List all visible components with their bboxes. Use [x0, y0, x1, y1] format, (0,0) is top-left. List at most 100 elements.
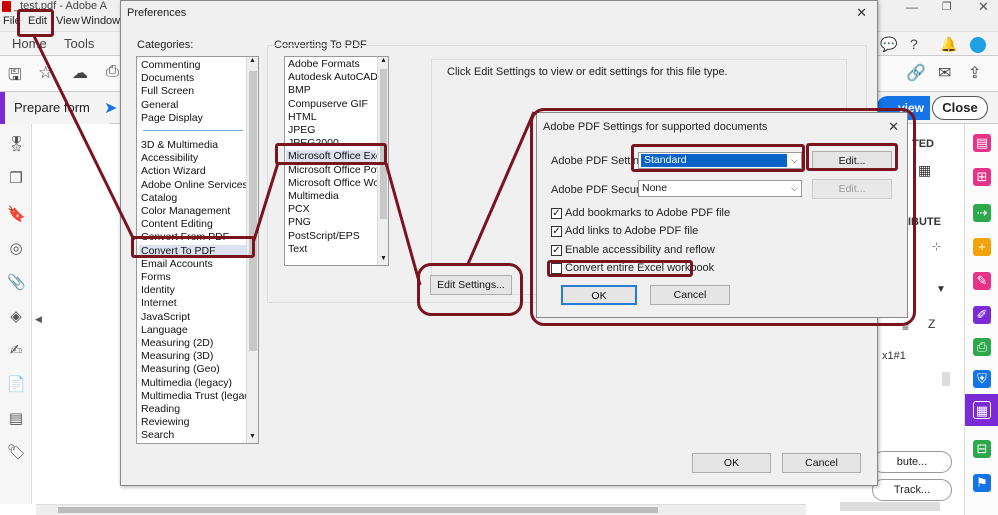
menu-window[interactable]: Window: [81, 15, 120, 27]
cancel-button[interactable]: Cancel: [650, 285, 730, 305]
track-button[interactable]: Track...: [872, 479, 952, 501]
save-icon[interactable]: 🖫: [8, 64, 22, 91]
share-icon[interactable]: ⇪: [968, 63, 981, 83]
category-item[interactable]: Search: [141, 429, 174, 441]
calendar-icon[interactable]: ▦: [918, 162, 931, 179]
pdf-security-select[interactable]: None ⌵: [638, 180, 802, 197]
format-item[interactable]: PCX: [288, 203, 310, 215]
category-item[interactable]: Forms: [141, 271, 171, 283]
tab-home[interactable]: Home: [12, 36, 47, 51]
print-icon[interactable]: ⎙: [106, 63, 119, 81]
cancel-button[interactable]: Cancel: [782, 453, 861, 473]
collapse-left-arrow-icon[interactable]: ◀: [35, 314, 42, 325]
category-item[interactable]: Full Screen: [141, 85, 194, 97]
category-item[interactable]: 3D & Multimedia: [141, 139, 218, 151]
settings-edit-button[interactable]: Edit...: [812, 151, 892, 171]
category-item[interactable]: Adobe Online Services: [141, 179, 248, 191]
menu-view[interactable]: View: [56, 15, 80, 27]
category-item[interactable]: Documents: [141, 72, 194, 84]
formats-scrollbar[interactable]: ▲ ▼: [377, 57, 388, 265]
close-window-icon[interactable]: ✕: [978, 0, 989, 15]
categories-scrollbar[interactable]: ▲ ▼: [246, 57, 258, 443]
category-item[interactable]: General: [141, 99, 178, 111]
security-edit-button[interactable]: Edit...: [812, 179, 892, 199]
ok-button[interactable]: OK: [692, 453, 771, 473]
accessibility-icon[interactable]: ⚑: [973, 474, 991, 492]
dropdown-arrow-icon[interactable]: ▼: [936, 284, 946, 295]
format-item[interactable]: Microsoft Office Word: [288, 177, 388, 189]
target-icon[interactable]: ◎: [7, 240, 25, 258]
mail-icon[interactable]: ✉: [938, 63, 951, 83]
bookmark-icon[interactable]: 🔖: [7, 206, 26, 224]
comment-icon[interactable]: 💬: [880, 36, 897, 53]
format-item[interactable]: JPEG2000: [288, 137, 339, 149]
category-item[interactable]: Multimedia Trust (legacy): [141, 390, 258, 402]
comment-tool-icon[interactable]: ✐: [973, 306, 991, 324]
category-item[interactable]: Measuring (3D): [141, 350, 213, 362]
category-item[interactable]: Accessibility: [141, 152, 198, 164]
combine-files-icon[interactable]: ⊞: [973, 168, 991, 186]
select-cursor-icon[interactable]: ➤: [104, 98, 117, 118]
option-checkbox[interactable]: ✓: [551, 208, 562, 219]
document-icon[interactable]: 📄: [7, 376, 26, 394]
format-item[interactable]: JPEG: [288, 124, 315, 136]
print-production-icon[interactable]: ⎙: [973, 338, 991, 356]
format-item[interactable]: Microsoft Office Excel: [286, 150, 388, 163]
category-item[interactable]: Measuring (2D): [141, 337, 213, 349]
format-item[interactable]: Compuserve GIF: [288, 98, 368, 110]
certificate-icon[interactable]: 🎖: [7, 136, 26, 154]
edit-settings-button[interactable]: Edit Settings...: [430, 275, 512, 295]
option-checkbox[interactable]: ✓: [551, 226, 562, 238]
formats-scroll-thumb[interactable]: [380, 69, 387, 219]
upload-cloud-icon[interactable]: ☁: [72, 63, 88, 83]
category-item[interactable]: Catalog: [141, 192, 177, 204]
panel-bottom-scrollbar[interactable]: [840, 502, 940, 511]
pages-icon[interactable]: ❐: [7, 170, 25, 188]
restore-icon[interactable]: ❐: [942, 0, 952, 13]
layers-icon[interactable]: ◈: [7, 308, 25, 326]
category-item[interactable]: Convert From PDF: [141, 231, 229, 243]
list-icon[interactable]: ≡: [902, 320, 909, 334]
format-item[interactable]: HTML: [288, 111, 317, 123]
option-checkbox[interactable]: [551, 262, 562, 274]
format-item[interactable]: BMP: [288, 84, 311, 96]
format-item[interactable]: Autodesk AutoCAD: [288, 71, 378, 83]
protect-icon[interactable]: ⛨: [973, 370, 991, 388]
notification-bell-icon[interactable]: 🔔: [940, 36, 957, 53]
horizontal-scrollbar[interactable]: [36, 504, 806, 515]
category-item[interactable]: Multimedia (legacy): [141, 377, 232, 389]
options-icon[interactable]: ⊹: [932, 240, 941, 253]
scan-ocr-icon[interactable]: ⊟: [973, 440, 991, 458]
attribute-button[interactable]: bute...: [872, 451, 952, 473]
category-item[interactable]: Color Management: [141, 205, 230, 217]
pdf-settings-select[interactable]: Standard ⌵: [638, 152, 802, 169]
category-item[interactable]: Language: [141, 324, 188, 336]
format-item[interactable]: PNG: [288, 216, 311, 228]
category-item[interactable]: Email Accounts: [141, 258, 213, 270]
category-item[interactable]: Content Editing: [141, 218, 213, 230]
form-fields-icon[interactable]: ▤: [7, 410, 25, 428]
format-item[interactable]: Adobe Formats: [288, 58, 360, 70]
edit-pdf-icon[interactable]: ✎: [973, 272, 991, 290]
scroll-down-icon[interactable]: ▼: [380, 255, 387, 262]
close-icon[interactable]: ✕: [888, 119, 899, 135]
attachment-icon[interactable]: 📎: [7, 274, 26, 292]
category-item[interactable]: Convert To PDF: [139, 244, 247, 257]
format-item[interactable]: Text: [288, 243, 307, 255]
avatar[interactable]: [970, 37, 986, 53]
format-item[interactable]: Microsoft Office PowerPoint: [288, 164, 388, 176]
category-item[interactable]: JavaScript: [141, 311, 190, 323]
sort-z-label[interactable]: Z: [928, 317, 935, 331]
menu-edit[interactable]: Edit: [28, 15, 47, 27]
category-item[interactable]: Commenting: [141, 59, 201, 71]
signature-icon[interactable]: ✍: [7, 342, 25, 360]
panel-scrollbar[interactable]: [942, 372, 950, 386]
close-button[interactable]: Close: [932, 96, 988, 120]
menu-file[interactable]: File: [3, 15, 21, 27]
bookmark-star-icon[interactable]: ☆: [38, 63, 53, 83]
category-item[interactable]: Security: [141, 443, 179, 444]
format-item[interactable]: Multimedia: [288, 190, 339, 202]
category-item[interactable]: Internet: [141, 297, 177, 309]
close-icon[interactable]: ✕: [856, 5, 867, 21]
format-item[interactable]: PostScript/EPS: [288, 230, 360, 242]
